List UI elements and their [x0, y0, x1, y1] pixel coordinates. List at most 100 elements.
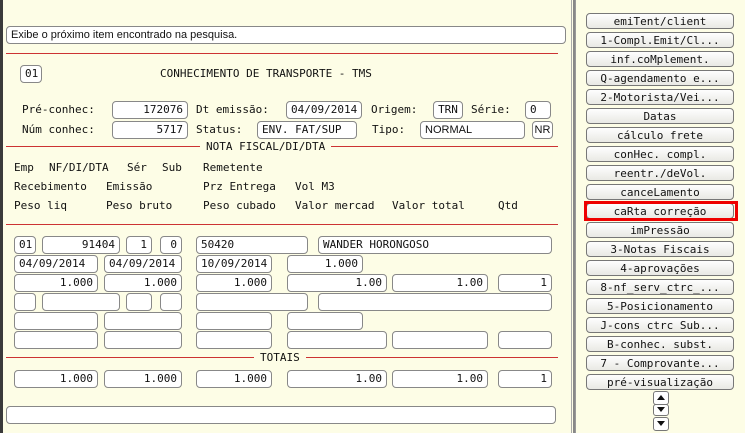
empty-field[interactable] — [196, 293, 308, 311]
menu-button-9[interactable]: canceLamento — [586, 184, 734, 200]
nf-field[interactable]: 91404 — [42, 236, 120, 254]
menu-button-5[interactable]: Datas — [586, 108, 734, 124]
empty-field[interactable] — [196, 331, 272, 349]
scroll-up-button[interactable] — [653, 391, 669, 405]
total-valor-total: 1.00 — [392, 370, 488, 388]
empty-field[interactable] — [318, 293, 552, 311]
serie-field[interactable]: 0 — [525, 101, 551, 119]
form-panel: Exibe o próximo item encontrado na pesqu… — [0, 0, 572, 433]
empty-field[interactable] — [196, 312, 272, 330]
num-conhec-label: Núm conhec: — [22, 123, 95, 136]
menu-button-1[interactable]: 1-Compl.Emit/Cl... — [586, 32, 734, 48]
col-header-sub: Sub — [162, 161, 182, 174]
side-menu: emiTent/client 1-Compl.Emit/Cl... inf.coMp… — [575, 0, 745, 433]
col-header-peso-cubado: Peso cubado — [203, 199, 276, 212]
menu-button-13[interactable]: 4-aprovações — [586, 260, 734, 276]
col-header-emissao: Emissão — [106, 180, 153, 193]
total-peso-liq: 1.000 — [14, 370, 98, 388]
section-title-nf: NOTA FISCAL/DI/DTA — [200, 140, 332, 153]
empty-field[interactable] — [42, 293, 120, 311]
status-field[interactable]: ENV. FAT/SUP — [257, 121, 357, 139]
ser-field[interactable]: 1 — [126, 236, 152, 254]
tipo-code-field[interactable]: NR — [532, 121, 553, 139]
hint-field: Exibe o próximo item encontrado na pesqu… — [6, 26, 566, 44]
scroll-down-button[interactable] — [653, 404, 669, 416]
dt-emissao-field[interactable]: 04/09/2014 — [286, 101, 362, 119]
peso-bruto-field[interactable]: 1.000 — [104, 274, 182, 292]
peso-liq-field[interactable]: 1.000 — [14, 274, 98, 292]
code-field[interactable]: 01 — [20, 65, 42, 83]
num-conhec-field[interactable]: 5717 — [112, 121, 188, 139]
vol-m3-field[interactable]: 1.000 — [287, 255, 363, 273]
empty-field[interactable] — [287, 331, 387, 349]
col-header-valor-total: Valor total — [392, 199, 465, 212]
menu-button-15[interactable]: 5-Posicionamento — [586, 298, 734, 314]
menu-button-7[interactable]: conHec. compl. — [586, 146, 734, 162]
divider — [6, 53, 558, 54]
total-peso-bruto: 1.000 — [104, 370, 182, 388]
status-label: Status: — [196, 123, 243, 136]
triangle-down-icon — [657, 407, 665, 412]
menu-button-12[interactable]: 3-Notas Fiscais — [586, 241, 734, 257]
menu-button-17[interactable]: B-conhec. subst. — [586, 336, 734, 352]
total-qtd: 1 — [498, 370, 552, 388]
origem-label: Origem: — [371, 103, 418, 116]
menu-button-11[interactable]: imPressão — [586, 222, 734, 238]
tipo-label: Tipo: — [372, 123, 406, 136]
col-header-nf: NF/DI/DTA — [49, 161, 109, 174]
empty-field[interactable] — [14, 312, 98, 330]
prz-entrega-field[interactable]: 10/09/2014 — [196, 255, 272, 273]
empty-field[interactable] — [104, 312, 182, 330]
serie-label: Série: — [471, 103, 511, 116]
triangle-down-icon — [657, 421, 665, 426]
menu-button-19[interactable]: pré-visualização — [586, 374, 734, 390]
origem-field[interactable]: TRN — [433, 101, 463, 119]
valor-mercad-field[interactable]: 1.00 — [287, 274, 387, 292]
menu-button-4[interactable]: 2-Motorista/Vei... — [586, 89, 734, 105]
menu-button-14[interactable]: 8-nf_serv_ctrc_... — [586, 279, 734, 295]
bottom-message-field — [6, 406, 556, 424]
col-header-qtd: Qtd — [498, 199, 518, 212]
empty-field[interactable] — [126, 293, 152, 311]
window-edge — [0, 0, 3, 433]
menu-button-6[interactable]: cálculo frete — [586, 127, 734, 143]
col-header-emp: Emp — [14, 161, 34, 174]
empty-field[interactable] — [160, 293, 182, 311]
col-header-peso-bruto: Peso bruto — [106, 199, 173, 212]
col-header-valor-mercad: Valor mercad — [295, 199, 375, 212]
empty-field[interactable] — [104, 331, 182, 349]
peso-cubado-field[interactable]: 1.000 — [196, 274, 272, 292]
valor-total-field[interactable]: 1.00 — [392, 274, 488, 292]
total-peso-cubado: 1.000 — [196, 370, 272, 388]
dt-emissao-label: Dt emissão: — [196, 103, 269, 116]
menu-highlight — [584, 201, 738, 221]
remetente-name-field[interactable]: WANDER HORONGOSO — [318, 236, 552, 254]
empty-field[interactable] — [287, 312, 363, 330]
col-header-peso-liq: Peso liq — [14, 199, 67, 212]
menu-button-2[interactable]: inf.coMplement. — [586, 51, 734, 67]
scroll-down-button-2[interactable] — [653, 417, 669, 431]
empty-field[interactable] — [392, 331, 488, 349]
menu-button-8[interactable]: reentr./deVol. — [586, 165, 734, 181]
menu-button-18[interactable]: 7 - Comprovante... — [586, 355, 734, 371]
pre-conhec-field[interactable]: 172076 — [112, 101, 188, 119]
empty-field[interactable] — [498, 331, 552, 349]
empty-field[interactable] — [14, 331, 98, 349]
triangle-up-icon — [657, 395, 665, 400]
sub-field[interactable]: 0 — [160, 236, 182, 254]
menu-button-0[interactable]: emiTent/client — [586, 13, 734, 29]
emp-field[interactable]: 01 — [14, 236, 36, 254]
col-header-prz-entrega: Prz Entrega — [203, 180, 276, 193]
divider — [6, 224, 558, 225]
recebimento-field[interactable]: 04/09/2014 — [14, 255, 98, 273]
pre-conhec-label: Pré-conhec: — [22, 103, 95, 116]
menu-button-16[interactable]: J-cons ctrc Sub... — [586, 317, 734, 333]
tipo-field[interactable]: NORMAL — [420, 121, 525, 139]
empty-field[interactable] — [14, 293, 36, 311]
emissao-field[interactable]: 04/09/2014 — [104, 255, 182, 273]
remetente-code-field[interactable]: 50420 — [196, 236, 308, 254]
menu-button-3[interactable]: Q-agendamento e... — [586, 70, 734, 86]
col-header-vol-m3: Vol M3 — [295, 180, 335, 193]
qtd-field[interactable]: 1 — [498, 274, 552, 292]
total-valor-mercad: 1.00 — [287, 370, 387, 388]
